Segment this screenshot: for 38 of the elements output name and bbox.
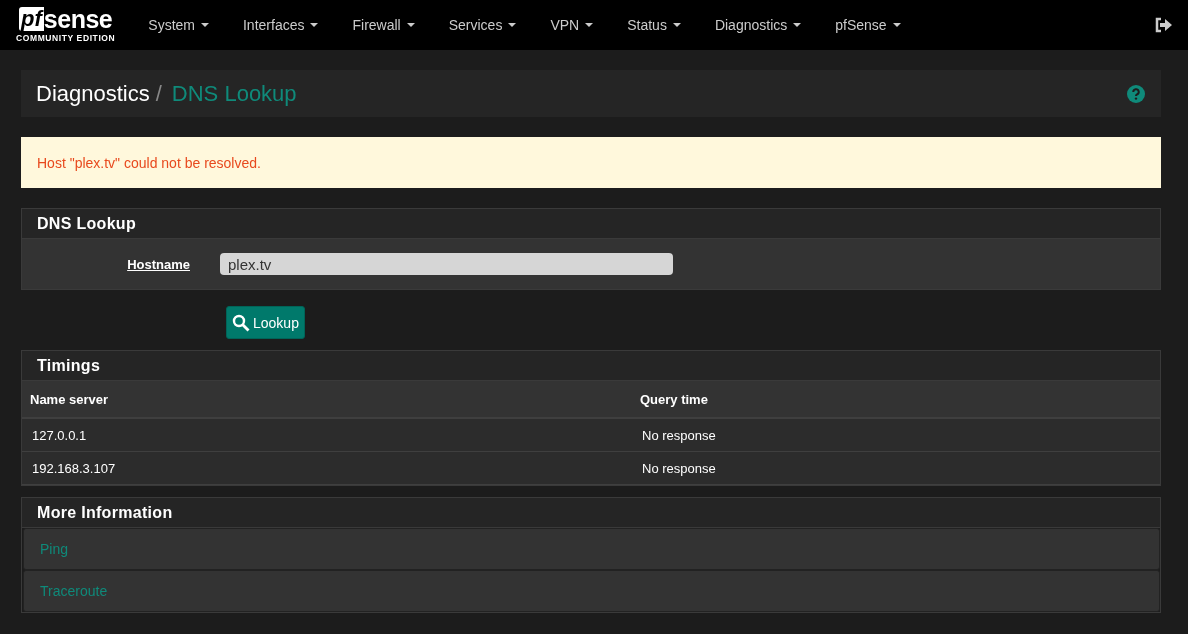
logo-mark: pf	[19, 7, 44, 31]
table-cell: 127.0.0.1	[22, 418, 632, 452]
table-cell: No response	[632, 418, 1160, 452]
nav-menu[interactable]: Services	[431, 0, 534, 50]
column-header: Query time	[632, 381, 1160, 418]
caret-icon	[508, 23, 517, 27]
panel-title: More Information	[37, 503, 173, 522]
nav-menu[interactable]: System	[131, 0, 226, 50]
table-cell: 192.168.3.107	[22, 451, 632, 485]
lookup-button[interactable]: Lookup	[226, 306, 305, 339]
caret-icon	[310, 23, 319, 27]
nav-menu[interactable]: VPN	[533, 0, 611, 50]
hostname-field[interactable]: plex.tv	[220, 253, 673, 275]
caret-icon	[201, 23, 209, 27]
breadcrumb-parent[interactable]: Diagnostics	[36, 80, 150, 107]
alert-text: Host "plex.tv" could not be resolved.	[37, 154, 261, 171]
nav-menu[interactable]: Status	[610, 0, 698, 50]
caret-icon	[672, 23, 681, 27]
hostname-label: Hostname	[126, 256, 190, 272]
caret-icon	[406, 23, 415, 27]
logout-icon[interactable]	[1154, 17, 1172, 33]
column-header: Name server	[22, 381, 632, 418]
nav-menu[interactable]: Diagnostics	[697, 0, 819, 50]
nav-menu[interactable]: Interfaces	[226, 0, 336, 50]
caret-icon	[585, 23, 594, 27]
help-icon[interactable]	[1127, 84, 1145, 103]
caret-icon	[793, 23, 802, 27]
search-icon	[232, 313, 250, 332]
caret-icon	[892, 23, 901, 27]
logo-name: sense	[43, 7, 113, 31]
table-cell: No response	[632, 451, 1160, 485]
breadcrumb-separator: /	[155, 80, 162, 107]
panel-title: Timings	[37, 356, 101, 375]
nav-menu[interactable]: Firewall	[335, 0, 432, 50]
page-title: DNS Lookup	[171, 80, 297, 107]
nav-menu[interactable]: pfSense	[818, 0, 918, 50]
panel-title: DNS Lookup	[37, 214, 136, 233]
logo-edition: COMMUNITY EDITION	[16, 33, 116, 43]
